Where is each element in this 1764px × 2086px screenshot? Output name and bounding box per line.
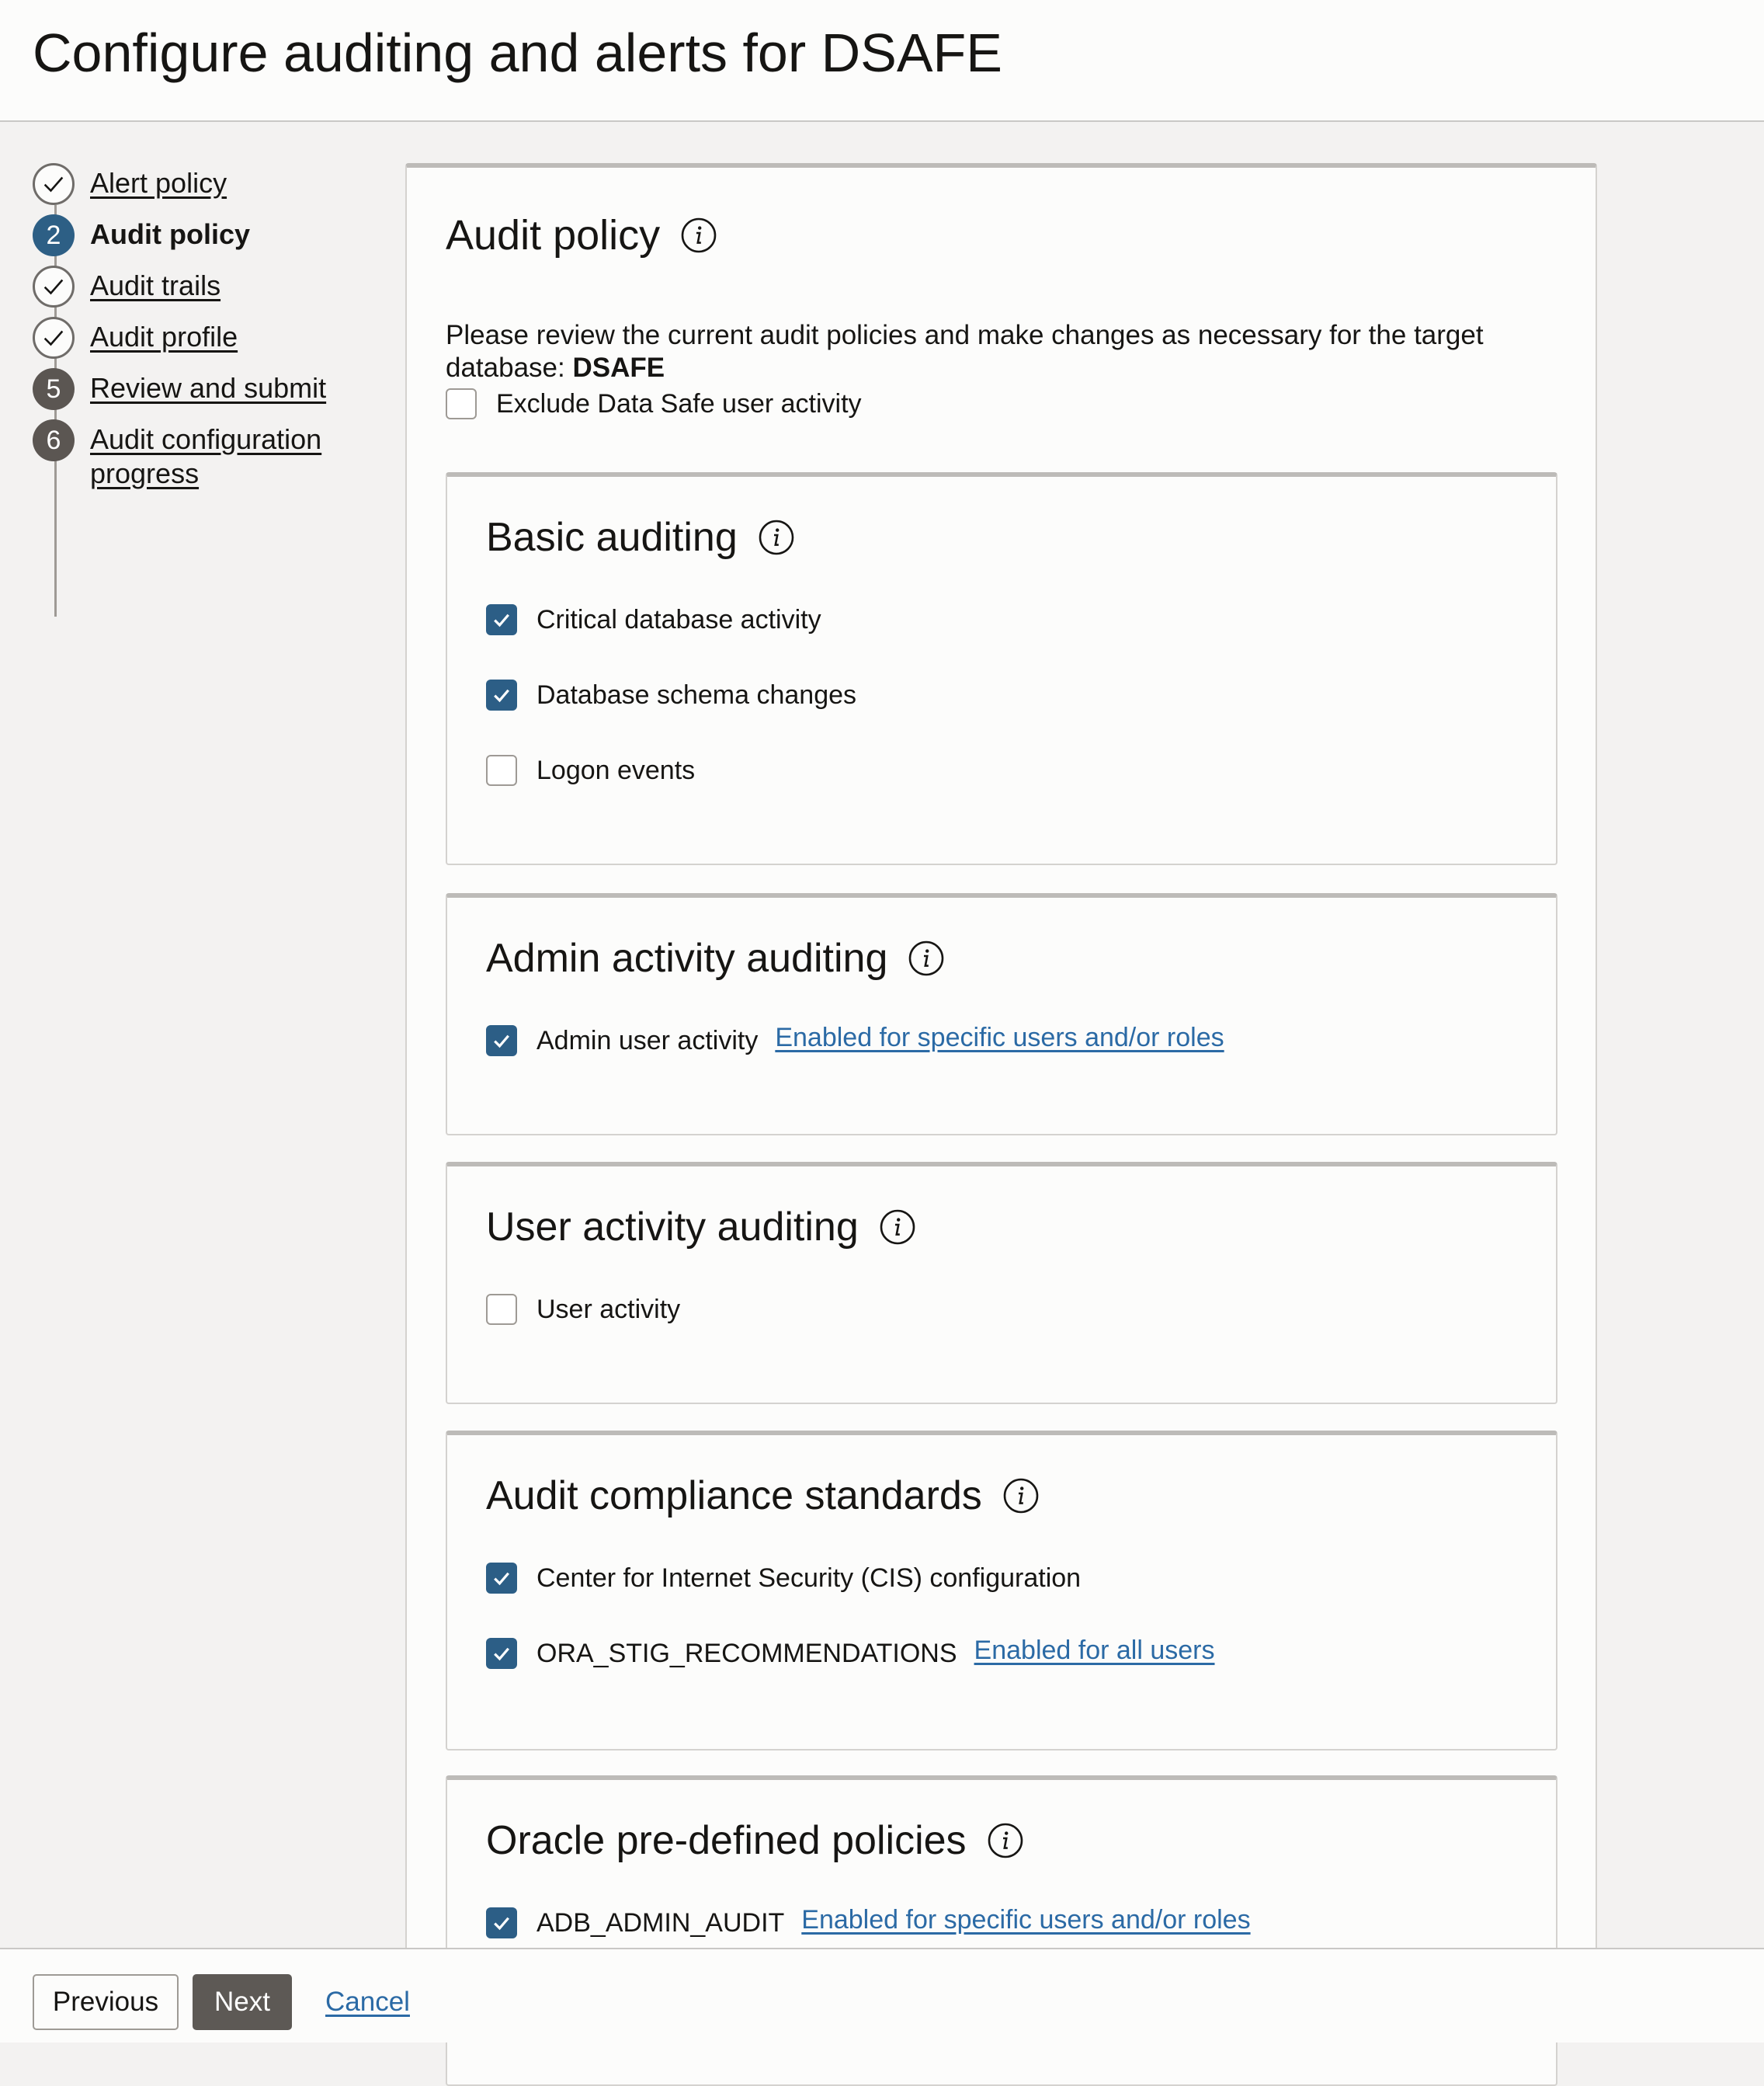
page-header: Configure auditing and alerts for DSAFE xyxy=(0,0,1764,122)
checkbox-label: User activity xyxy=(536,1294,681,1324)
step-number-badge: 6 xyxy=(33,419,75,461)
section-title: Basic auditing xyxy=(486,515,738,560)
next-button[interactable]: Next xyxy=(193,1974,292,2030)
step-label[interactable]: Review and submit xyxy=(90,371,326,405)
step-review-and-submit[interactable]: 5 Review and submit xyxy=(33,368,326,410)
checkbox-label: ADB_ADMIN_AUDIT xyxy=(536,1907,785,1938)
section-title: User activity auditing xyxy=(486,1205,859,1250)
step-number-badge: 5 xyxy=(33,368,75,410)
step-label[interactable]: Audit configuration progress xyxy=(90,422,339,491)
logon-events-row[interactable]: Logon events xyxy=(486,755,695,786)
section-heading: Oracle pre-defined policies xyxy=(486,1817,1024,1864)
step-label: Audit policy xyxy=(90,218,250,250)
database-schema-changes-row[interactable]: Database schema changes xyxy=(486,680,856,711)
admin-activity-auditing-section: Admin activity auditing Admin user activ… xyxy=(446,893,1557,1135)
checkbox-label: Admin user activity xyxy=(536,1025,759,1055)
section-heading: User activity auditing xyxy=(486,1204,916,1250)
exclude-data-safe-checkbox-row[interactable]: Exclude Data Safe user activity xyxy=(446,388,862,419)
checkbox-label: Critical database activity xyxy=(536,604,821,634)
intro-text: Please review the current audit policies… xyxy=(446,319,1517,384)
checkbox-checked-icon[interactable] xyxy=(486,1025,517,1056)
step-label[interactable]: Audit profile xyxy=(90,320,238,354)
page-title: Configure auditing and alerts for DSAFE xyxy=(33,23,1002,83)
section-title: Admin activity auditing xyxy=(486,936,888,981)
check-icon xyxy=(33,317,75,359)
section-title: Audit compliance standards xyxy=(486,1473,982,1518)
check-icon xyxy=(33,266,75,308)
exclude-data-safe-checkbox[interactable] xyxy=(446,388,477,419)
card-heading: Audit policy xyxy=(446,211,717,259)
step-audit-policy: 2 Audit policy xyxy=(33,214,250,256)
audit-policy-card: Audit policy Please review the current a… xyxy=(405,163,1597,2086)
cis-configuration-row[interactable]: Center for Internet Security (CIS) confi… xyxy=(486,1563,1081,1594)
basic-auditing-section: Basic auditing Critical database activit… xyxy=(446,472,1557,865)
enabled-users-link[interactable]: Enabled for all users xyxy=(974,1636,1215,1666)
checkbox-label: Database schema changes xyxy=(536,680,857,710)
checkbox-label: Center for Internet Security (CIS) confi… xyxy=(536,1563,1082,1593)
step-audit-trails[interactable]: Audit trails xyxy=(33,266,220,308)
user-activity-auditing-section: User activity auditing User activity xyxy=(446,1162,1557,1404)
section-title: Oracle pre-defined policies xyxy=(486,1818,967,1863)
info-icon[interactable] xyxy=(987,1822,1024,1859)
info-icon[interactable] xyxy=(908,940,945,977)
enabled-users-link[interactable]: Enabled for specific users and/or roles xyxy=(775,1023,1224,1053)
checkbox-checked-icon[interactable] xyxy=(486,1638,517,1669)
audit-compliance-standards-section: Audit compliance standards Center for In… xyxy=(446,1431,1557,1751)
check-icon xyxy=(33,163,75,205)
checkbox-checked-icon[interactable] xyxy=(486,1563,517,1594)
checkbox-checked-icon[interactable] xyxy=(486,680,517,711)
step-alert-policy[interactable]: Alert policy xyxy=(33,163,227,205)
info-icon[interactable] xyxy=(1002,1477,1040,1514)
card-title: Audit policy xyxy=(446,212,661,259)
info-icon[interactable] xyxy=(879,1208,916,1246)
step-number-badge: 2 xyxy=(33,214,75,256)
checkbox-checked-icon[interactable] xyxy=(486,1907,517,1938)
ora-stig-recommendations-row[interactable]: ORA_STIG_RECOMMENDATIONS Enabled for all… xyxy=(486,1636,1215,1669)
cancel-link[interactable]: Cancel xyxy=(325,1987,410,2018)
step-label[interactable]: Alert policy xyxy=(90,166,227,200)
step-audit-profile[interactable]: Audit profile xyxy=(33,317,238,359)
wizard-footer: Previous Next Cancel xyxy=(0,1948,1764,2043)
checkbox-label: ORA_STIG_RECOMMENDATIONS xyxy=(536,1638,957,1668)
section-heading: Basic auditing xyxy=(486,514,795,561)
user-activity-row[interactable]: User activity xyxy=(486,1294,680,1325)
previous-button[interactable]: Previous xyxy=(33,1974,179,2030)
info-icon[interactable] xyxy=(680,217,717,254)
checkbox-label: Exclude Data Safe user activity xyxy=(496,388,862,419)
section-heading: Audit compliance standards xyxy=(486,1472,1040,1519)
checkbox[interactable] xyxy=(486,1294,517,1325)
info-icon[interactable] xyxy=(758,519,795,556)
checkbox[interactable] xyxy=(486,755,517,786)
checkbox-checked-icon[interactable] xyxy=(486,604,517,635)
admin-user-activity-row[interactable]: Admin user activity Enabled for specific… xyxy=(486,1023,1224,1056)
target-database-name: DSAFE xyxy=(572,353,665,383)
step-audit-configuration-progress[interactable]: 6 Audit configuration progress xyxy=(33,419,339,491)
step-label[interactable]: Audit trails xyxy=(90,269,220,303)
section-heading: Admin activity auditing xyxy=(486,935,945,982)
enabled-users-link[interactable]: Enabled for specific users and/or roles xyxy=(801,1905,1250,1935)
adb-admin-audit-row[interactable]: ADB_ADMIN_AUDIT Enabled for specific use… xyxy=(486,1905,1251,1938)
checkbox-label: Logon events xyxy=(536,755,696,785)
critical-database-activity-row[interactable]: Critical database activity xyxy=(486,604,821,635)
